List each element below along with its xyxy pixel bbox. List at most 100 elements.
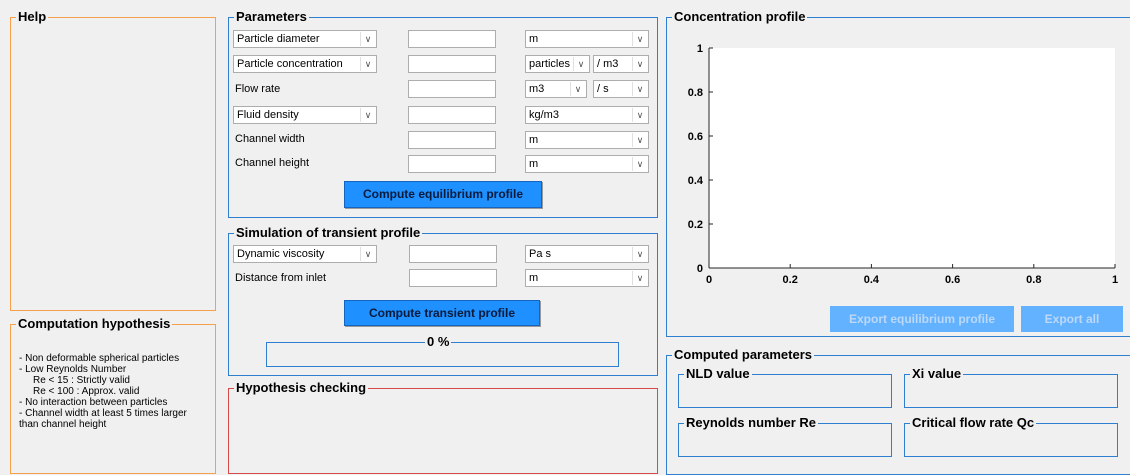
transient-panel: Simulation of transient profile Dynamic … [228, 226, 658, 376]
computed-title: Computed parameters [672, 347, 814, 362]
fluid-density-select[interactable]: Fluid density ∨ [233, 106, 377, 124]
chevron-down-icon: ∨ [632, 247, 647, 261]
x-tick-label: 0.4 [864, 274, 880, 286]
chevron-down-icon: ∨ [632, 133, 647, 147]
particle-diameter-unit-select[interactable]: m ∨ [525, 30, 649, 48]
hypothesis-checking-panel: Hypothesis checking [228, 381, 658, 474]
compute-transient-button[interactable]: Compute transient profile [344, 300, 540, 326]
help-panel: Help [10, 10, 216, 311]
unit-label: m [529, 134, 539, 146]
param-label: Distance from inlet [235, 272, 327, 284]
chevron-down-icon: ∨ [632, 271, 647, 285]
nld-value-label: NLD value [684, 366, 752, 381]
hypothesis-title: Computation hypothesis [16, 316, 173, 331]
x-tick-label: 0 [706, 274, 712, 286]
critical-flow-rate-box: Critical flow rate Qc [904, 416, 1118, 457]
unit-label: particles [529, 58, 570, 70]
y-tick-label: 0.4 [688, 175, 704, 187]
distance-unit-select[interactable]: m ∨ [525, 269, 649, 287]
channel-height-input[interactable] [408, 155, 496, 173]
hypothesis-line: - No interaction between particles [19, 397, 168, 408]
param-label: Flow rate [235, 83, 281, 95]
transient-title: Simulation of transient profile [234, 225, 423, 240]
particle-concentration-unit2-select[interactable]: / m3 ∨ [593, 55, 649, 73]
computed-panel: Computed parameters NLD value Xi value R… [666, 348, 1130, 475]
concentration-panel: Concentration profile 0 0.2 0.4 0.6 0.8 1 0 0.2… [666, 10, 1130, 337]
param-label: Particle diameter [237, 33, 320, 45]
param-label: Channel width [235, 133, 305, 145]
export-all-button[interactable]: Export all [1021, 306, 1123, 332]
channel-width-unit-select[interactable]: m ∨ [525, 131, 649, 149]
chevron-down-icon: ∨ [632, 108, 647, 122]
critical-flow-rate-label: Critical flow rate Qc [910, 415, 1037, 430]
progress-bar: 0 % [266, 335, 619, 367]
nld-value-box: NLD value [678, 367, 892, 408]
dynamic-viscosity-unit-select[interactable]: Pa s ∨ [525, 245, 649, 263]
chevron-down-icon: ∨ [632, 57, 647, 71]
unit2-label: / m3 [597, 58, 619, 70]
hypothesis-line: - Low Reynolds Number [19, 364, 127, 375]
hypothesis-panel: Computation hypothesis - Non deformable … [10, 317, 216, 474]
channel-height-unit-select[interactable]: m ∨ [525, 155, 649, 173]
unit-label: m [529, 272, 539, 284]
chevron-down-icon: ∨ [570, 82, 585, 96]
hypothesis-line: - Non deformable spherical particles [19, 353, 180, 364]
chevron-down-icon: ∨ [360, 32, 375, 46]
param-label: Fluid density [237, 109, 299, 121]
x-tick-label: 0.6 [945, 274, 960, 286]
flow-rate-unit2-select[interactable]: / s ∨ [593, 80, 649, 98]
particle-concentration-select[interactable]: Particle concentration ∨ [233, 55, 377, 73]
hypothesis-checking-title: Hypothesis checking [234, 380, 369, 395]
chevron-down-icon: ∨ [573, 57, 588, 71]
chevron-down-icon: ∨ [360, 247, 375, 261]
dynamic-viscosity-input[interactable] [409, 245, 497, 263]
chevron-down-icon: ∨ [360, 57, 375, 71]
param-label: Particle concentration [237, 58, 343, 70]
y-tick-label: 1 [697, 43, 703, 55]
unit-label: Pa s [529, 248, 552, 260]
chevron-down-icon: ∨ [360, 108, 375, 122]
fluid-density-unit-select[interactable]: kg/m3 ∨ [525, 106, 649, 124]
hypothesis-line: Re < 15 : Strictly valid [33, 375, 130, 386]
y-tick-label: 0.2 [688, 219, 703, 231]
y-tick-label: 0.8 [688, 87, 703, 99]
reynolds-number-box: Reynolds number Re [678, 416, 892, 457]
param-label: Channel height [235, 157, 310, 169]
help-title: Help [16, 9, 49, 24]
compute-equilibrium-button[interactable]: Compute equilibrium profile [344, 181, 542, 208]
particle-diameter-input[interactable] [408, 30, 496, 48]
concentration-chart: 0 0.2 0.4 0.6 0.8 1 0 0.2 0.4 0.6 0.8 1 [688, 43, 1118, 286]
hypothesis-line: - Channel width at least 5 times larger [19, 408, 187, 419]
x-tick-label: 1 [1112, 274, 1118, 286]
unit2-label: / s [597, 83, 609, 95]
export-equilibrium-button[interactable]: Export equilibrium profile [830, 306, 1014, 332]
fluid-density-input[interactable] [408, 106, 496, 124]
parameters-title: Parameters [234, 9, 309, 24]
hypothesis-line: Re < 100 : Approx. valid [33, 386, 140, 397]
particle-concentration-input[interactable] [408, 55, 496, 73]
unit-label: m [529, 158, 539, 170]
xi-value-box: Xi value [904, 367, 1118, 408]
flow-rate-unit-select[interactable]: m3 ∨ [525, 80, 587, 98]
chevron-down-icon: ∨ [632, 157, 647, 171]
distance-from-inlet-input[interactable] [409, 269, 497, 287]
unit-label: kg/m3 [529, 109, 559, 121]
x-tick-label: 0.8 [1026, 274, 1041, 286]
xi-value-label: Xi value [910, 366, 964, 381]
reynolds-number-label: Reynolds number Re [684, 415, 819, 430]
dynamic-viscosity-select[interactable]: Dynamic viscosity ∨ [233, 245, 377, 263]
hypothesis-line: than channel height [19, 419, 107, 430]
plot-area [709, 48, 1115, 268]
unit-label: m3 [529, 83, 545, 95]
particle-diameter-select[interactable]: Particle diameter ∨ [233, 30, 377, 48]
particle-concentration-unit-select[interactable]: particles ∨ [525, 55, 590, 73]
chevron-down-icon: ∨ [632, 82, 647, 96]
flow-rate-input[interactable] [408, 80, 496, 98]
unit-label: m [529, 33, 539, 45]
parameters-panel: Parameters Particle diameter ∨ m ∨ Particl… [228, 10, 658, 218]
chevron-down-icon: ∨ [632, 32, 647, 46]
param-label: Dynamic viscosity [237, 248, 325, 260]
channel-width-input[interactable] [408, 131, 496, 149]
progress-label: 0 % [425, 334, 452, 349]
y-tick-label: 0 [697, 263, 703, 275]
